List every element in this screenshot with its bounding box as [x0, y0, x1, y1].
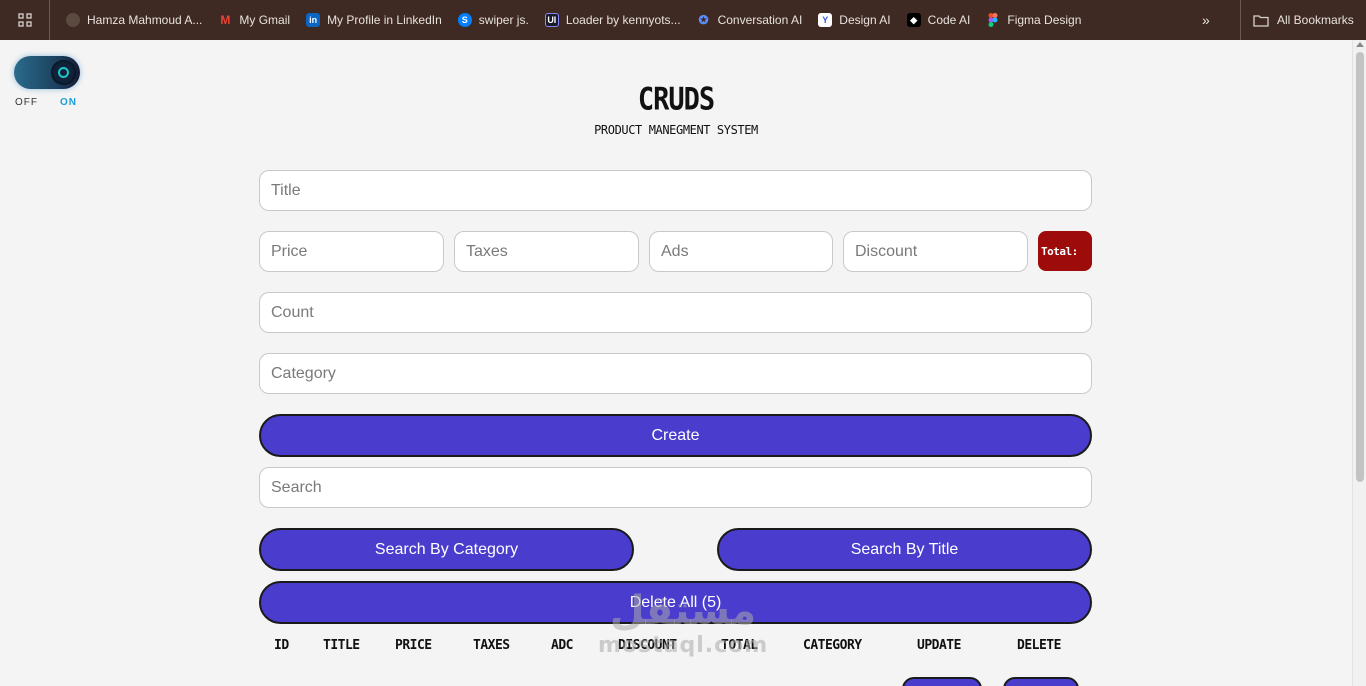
- apps-grid-icon[interactable]: [0, 0, 50, 40]
- search-input[interactable]: [259, 467, 1092, 508]
- taxes-input[interactable]: [454, 231, 639, 272]
- all-bookmarks-button[interactable]: All Bookmarks: [1240, 0, 1354, 40]
- page-subtitle: PRODUCT MANEGMENT SYSTEM: [594, 123, 758, 137]
- column-header-update: UPDATE: [917, 638, 961, 653]
- linkedin-icon: in: [306, 13, 321, 27]
- bookmark-item-profile[interactable]: Hamza Mahmoud A...: [58, 0, 210, 40]
- column-header-ads: ADC: [551, 638, 573, 653]
- page-title: CRUDS: [637, 81, 715, 118]
- swiper-icon: S: [457, 13, 472, 27]
- create-button[interactable]: Create: [259, 414, 1092, 457]
- price-input[interactable]: [259, 231, 444, 272]
- column-header-taxes: TAXES: [473, 638, 510, 653]
- discount-input[interactable]: [843, 231, 1028, 272]
- search-by-title-button[interactable]: Search By Title: [717, 528, 1092, 571]
- category-input[interactable]: [259, 353, 1092, 394]
- bookmark-label: Hamza Mahmoud A...: [87, 13, 203, 27]
- bookmark-label: Figma Design: [1007, 13, 1082, 27]
- row-update-button[interactable]: [902, 677, 982, 686]
- column-header-category: CATEGORY: [803, 638, 862, 653]
- design-ai-icon: Y: [818, 13, 833, 27]
- bookmark-item-code-ai[interactable]: ◆ Code AI: [899, 0, 979, 40]
- uiverse-icon: UI: [544, 13, 559, 27]
- search-by-category-button[interactable]: Search By Category: [259, 528, 634, 571]
- column-header-delete: DELETE: [1017, 638, 1061, 653]
- bookmark-label: Loader by kennyots...: [565, 13, 681, 27]
- conversation-ai-icon: ✪: [698, 13, 709, 27]
- bookmarks-bar: Hamza Mahmoud A... M My Gmail in My Prof…: [0, 0, 1366, 40]
- total-badge: Total:: [1038, 231, 1092, 271]
- column-header-price: PRICE: [395, 638, 432, 653]
- bookmark-label: My Profile in LinkedIn: [327, 13, 442, 27]
- bookmark-label: Design AI: [839, 13, 891, 27]
- page-scrollbar[interactable]: [1352, 40, 1366, 686]
- count-input[interactable]: [259, 292, 1092, 333]
- ads-input[interactable]: [649, 231, 833, 272]
- code-ai-icon: ◆: [906, 13, 921, 27]
- figma-icon: [986, 13, 1000, 27]
- bookmark-label: Conversation AI: [717, 13, 803, 27]
- all-bookmarks-label: All Bookmarks: [1277, 13, 1354, 27]
- scroll-up-arrow-icon[interactable]: [1356, 42, 1364, 47]
- row-delete-button[interactable]: [1003, 677, 1079, 686]
- bookmark-item-gmail[interactable]: M My Gmail: [210, 0, 298, 40]
- bookmark-item-design-ai[interactable]: Y Design AI: [810, 0, 898, 40]
- folder-icon: [1253, 14, 1269, 27]
- gmail-icon: M: [220, 13, 231, 27]
- profile-photo-icon: [66, 13, 80, 27]
- column-header-id: ID: [274, 638, 289, 653]
- bookmark-label: swiper js.: [478, 13, 529, 27]
- column-header-discount: DISCOUNT: [618, 638, 677, 653]
- bookmark-item-linkedin[interactable]: in My Profile in LinkedIn: [298, 0, 450, 40]
- column-header-title: TITLE: [323, 638, 360, 653]
- bookmark-item-figma[interactable]: Figma Design: [978, 0, 1089, 40]
- column-header-total: TOTAL: [721, 638, 758, 653]
- bookmark-item-conversation-ai[interactable]: ✪ Conversation AI: [689, 0, 811, 40]
- bookmark-label: My Gmail: [239, 13, 291, 27]
- delete-all-button[interactable]: Delete All (5): [259, 581, 1092, 624]
- more-bookmarks-chevron-icon[interactable]: »: [1202, 0, 1210, 40]
- scrollbar-thumb[interactable]: [1356, 52, 1364, 482]
- bookmark-item-loader[interactable]: UI Loader by kennyots...: [537, 0, 689, 40]
- title-input[interactable]: [259, 170, 1092, 211]
- bookmark-item-swiper[interactable]: S swiper js.: [450, 0, 537, 40]
- bookmark-label: Code AI: [927, 13, 971, 27]
